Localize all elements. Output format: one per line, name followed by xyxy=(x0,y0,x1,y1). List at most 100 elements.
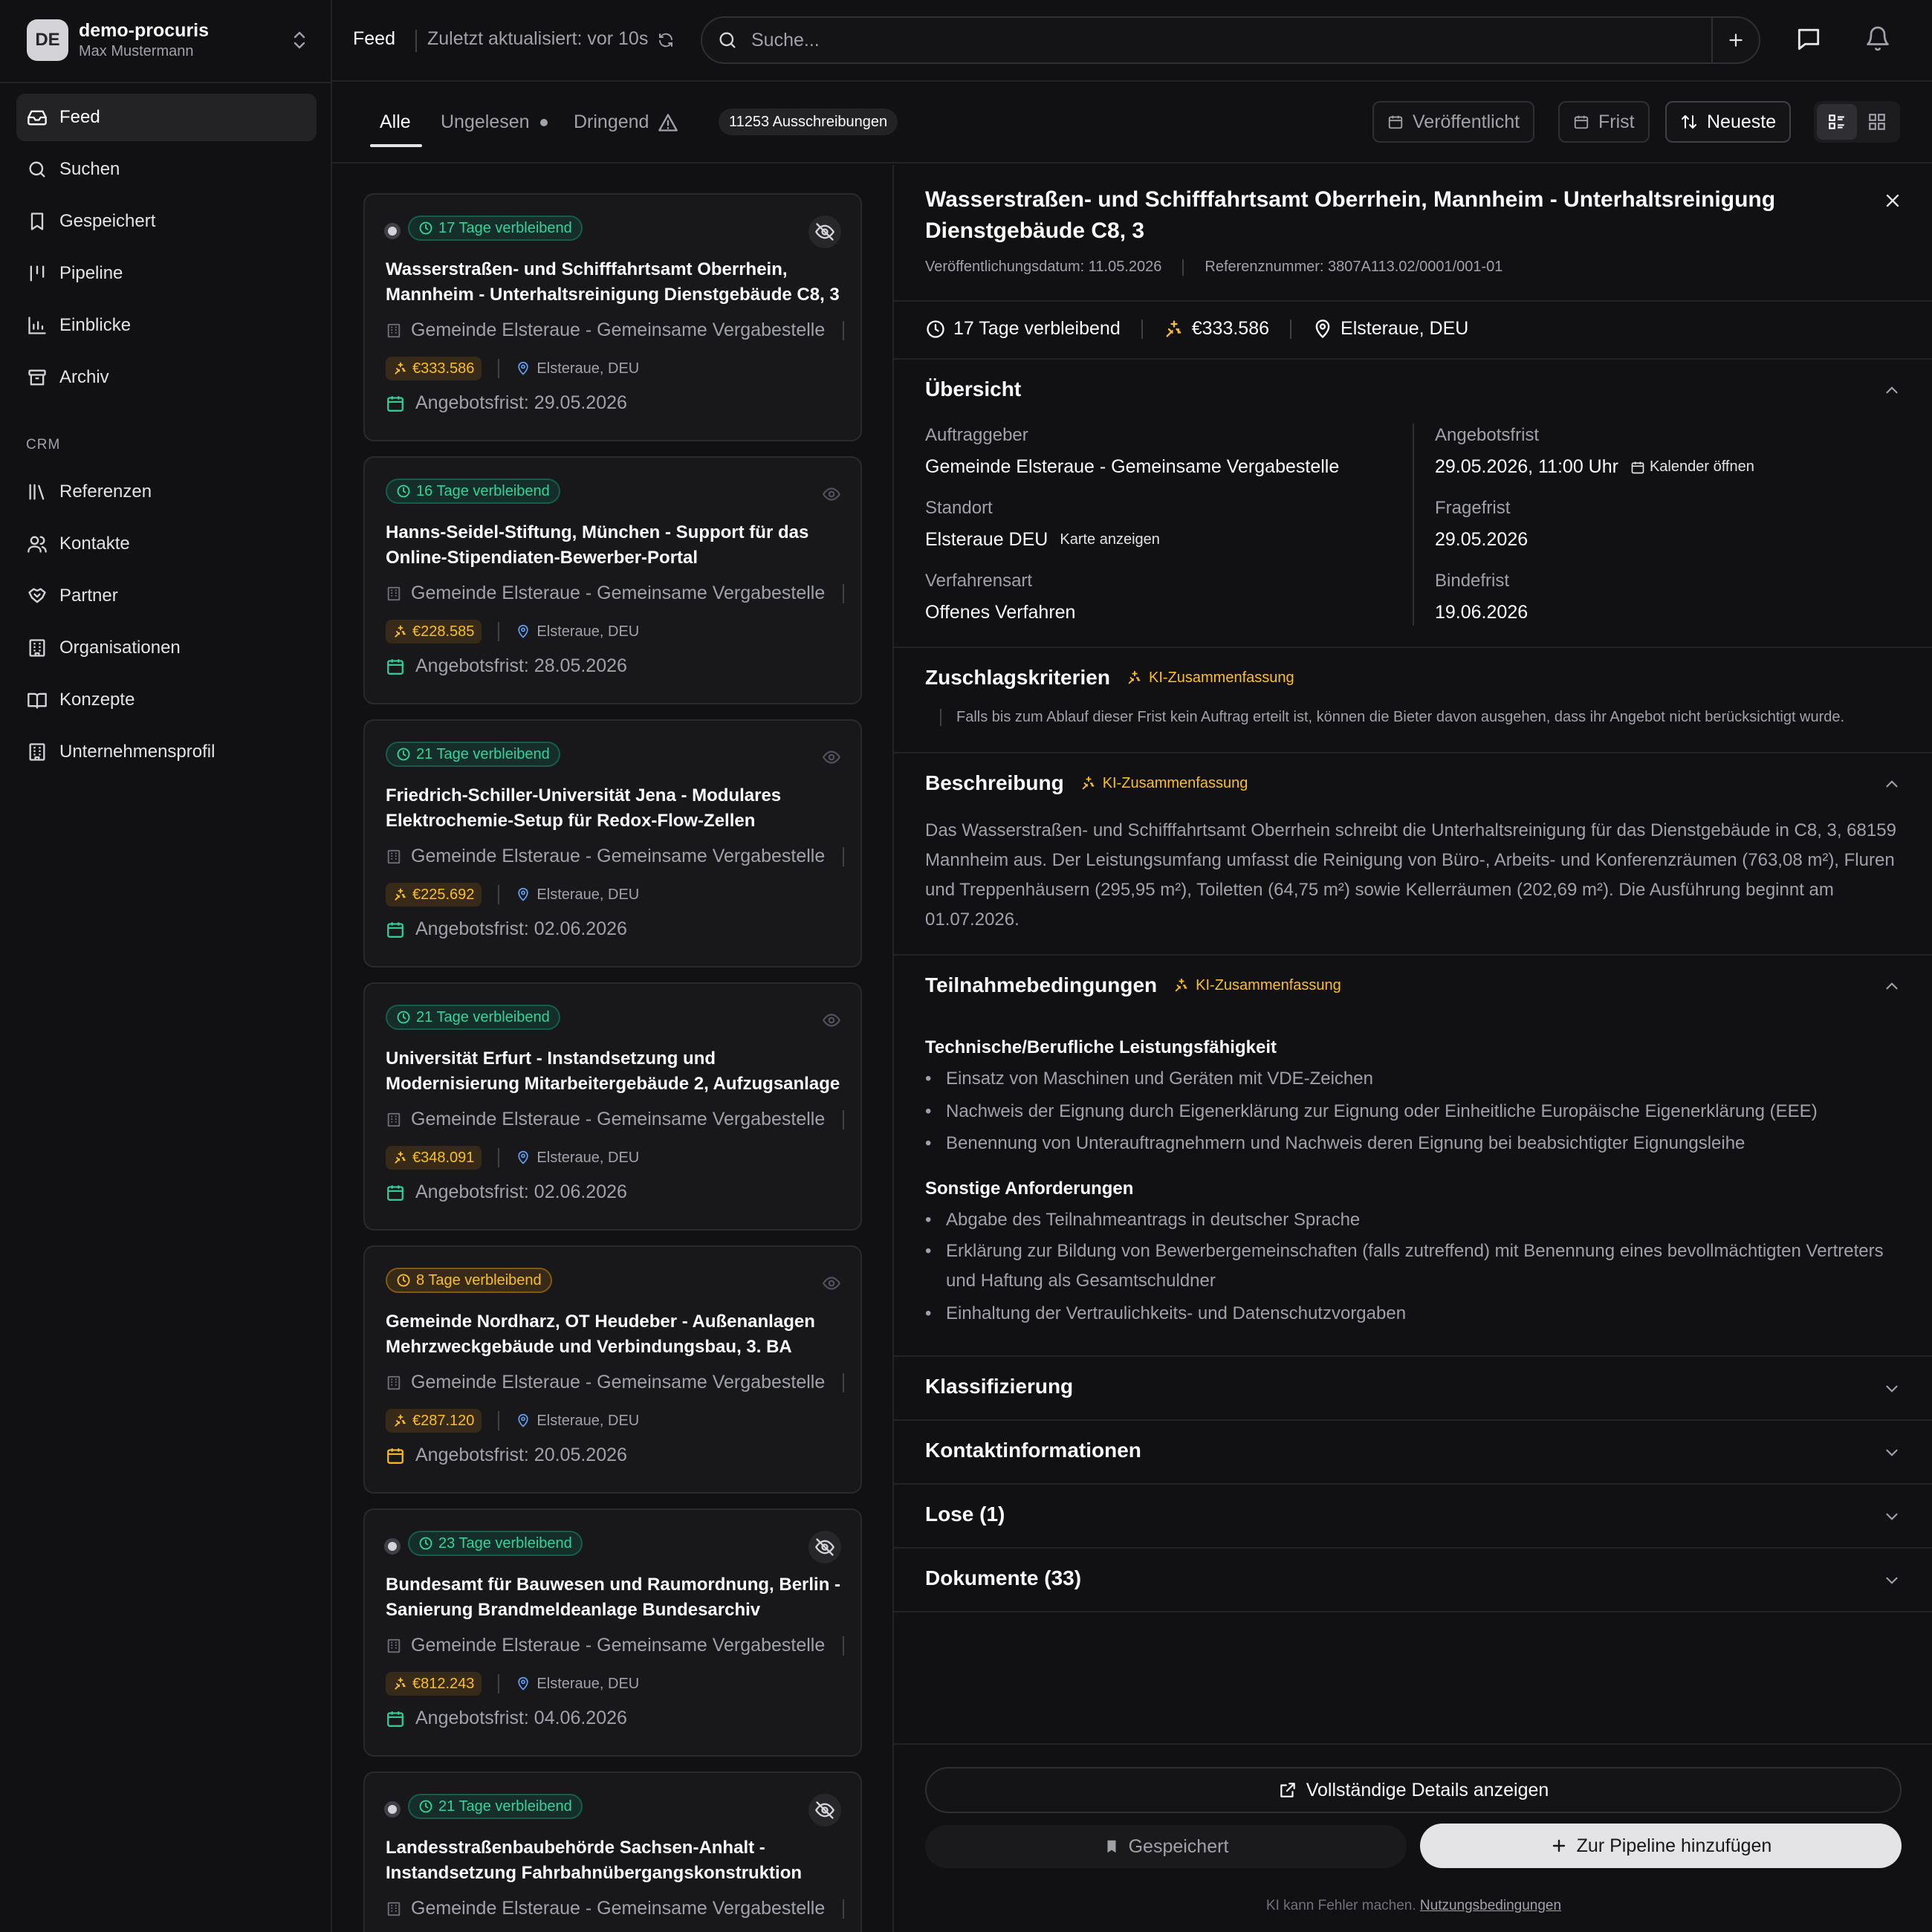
eye-off-icon xyxy=(814,1538,835,1556)
sidebar-item-label: Unternehmensprofil xyxy=(59,742,215,762)
sidebar-item-label: Partner xyxy=(59,586,118,606)
tender-title: Hanns-Seidel-Stiftung, München - Support… xyxy=(386,522,809,568)
sidebar-item-references[interactable]: Referenzen xyxy=(16,468,317,516)
tender-card[interactable]: 23 Tage verbleibend Bundesamt für Bauwese… xyxy=(363,1508,862,1757)
hide-toggle-button[interactable] xyxy=(808,1531,841,1563)
tender-deadline: Angebotsfrist: 02.06.2026 xyxy=(386,1181,627,1203)
ai-summary-badge: KI-Zusammenfassung xyxy=(1173,977,1341,994)
close-icon[interactable] xyxy=(1882,190,1903,211)
grid-view-button[interactable] xyxy=(1857,104,1897,140)
tender-card[interactable]: 21 Tage verbleibend Universität Erfurt - … xyxy=(363,982,862,1231)
sparkle-icon xyxy=(1166,320,1181,337)
divider xyxy=(415,30,417,52)
overview-heading[interactable]: Übersicht xyxy=(925,377,1021,401)
add-button[interactable] xyxy=(1711,18,1759,62)
remaining-days-badge: 16 Tage verbleibend xyxy=(386,479,560,504)
building-icon xyxy=(29,743,45,761)
map-pin-icon xyxy=(518,1413,529,1427)
chevron-down-icon[interactable] xyxy=(1882,1507,1902,1526)
sidebar-item-concepts[interactable]: Konzepte xyxy=(16,676,317,724)
description-heading[interactable]: Beschreibung KI-Zusammenfassung xyxy=(925,771,1248,795)
tab-all[interactable]: Alle xyxy=(380,111,411,133)
documents-section[interactable]: Dokumente (33) xyxy=(925,1566,1081,1590)
sidebar-item-search[interactable]: Suchen xyxy=(16,146,317,193)
hide-toggle-button[interactable] xyxy=(822,1011,841,1030)
tender-title: Wasserstraßen- und Schifffahrtsamt Oberr… xyxy=(386,259,840,305)
list-item: Abgabe des Teilnahmeantrags in deutscher… xyxy=(925,1205,1884,1235)
add-to-pipeline-button[interactable]: Zur Pipeline hinzufügen xyxy=(1420,1824,1902,1868)
eye-icon xyxy=(822,1277,841,1290)
tender-count-badge: 11253 Ausschreibungen xyxy=(719,108,898,135)
sidebar-item-label: Organisationen xyxy=(59,638,181,658)
chevron-up-icon[interactable] xyxy=(1882,976,1902,996)
description-text: Das Wasserstraßen- und Schifffahrtsamt O… xyxy=(925,820,1896,930)
tender-card[interactable]: 16 Tage verbleibend Hanns-Seidel-Stiftung… xyxy=(363,456,862,704)
grid-view-icon xyxy=(1869,114,1885,130)
question-deadline-label: Fragefrist xyxy=(1435,498,1511,518)
clock-icon xyxy=(419,1537,432,1550)
message-icon[interactable] xyxy=(1795,25,1823,54)
award-criteria-heading[interactable]: Zuschlagskriterien KI-Zusammenfassung xyxy=(925,666,1294,690)
chevron-up-icon[interactable] xyxy=(1882,380,1902,400)
list-view-button[interactable] xyxy=(1817,104,1857,140)
bell-icon[interactable] xyxy=(1864,25,1891,52)
hide-toggle-button[interactable] xyxy=(808,215,841,248)
view-full-details-button[interactable]: Vollständige Details anzeigen xyxy=(925,1767,1902,1813)
binding-deadline-label: Bindefrist xyxy=(1435,571,1510,591)
lots-section[interactable]: Lose (1) xyxy=(925,1503,1005,1526)
participation-heading[interactable]: Teilnahmebedingungen KI-Zusammenfassung xyxy=(925,973,1341,997)
sparkle-icon xyxy=(395,1677,406,1690)
hide-toggle-button[interactable] xyxy=(822,484,841,504)
saved-button[interactable]: Gespeichert xyxy=(925,1825,1407,1868)
filter-bar: Alle Ungelesen Dringend 11253 Ausschreib… xyxy=(332,83,1932,163)
open-calendar-link[interactable]: Kalender öffnen xyxy=(1630,458,1754,476)
sidebar-item-insights[interactable]: Einblicke xyxy=(16,302,317,349)
building-icon xyxy=(387,586,401,600)
sort-newest-button[interactable]: Neueste xyxy=(1665,101,1792,143)
tab-urgent[interactable]: Dringend xyxy=(574,111,678,133)
tender-deadline: Angebotsfrist: 28.05.2026 xyxy=(386,655,627,677)
value-badge: €228.585 xyxy=(386,620,482,644)
filter-deadline-button[interactable]: Frist xyxy=(1558,101,1650,143)
tender-card[interactable]: 21 Tage verbleibend Friedrich-Schiller-Un… xyxy=(363,719,862,967)
chevron-down-icon[interactable] xyxy=(1882,1571,1902,1590)
crm-section-heading: CRM xyxy=(26,437,61,453)
contact-section[interactable]: Kontaktinformationen xyxy=(925,1439,1141,1462)
sidebar-item-contacts[interactable]: Kontakte xyxy=(16,520,317,568)
sidebar-item-organisations[interactable]: Organisationen xyxy=(16,624,317,672)
sidebar-item-pipeline[interactable]: Pipeline xyxy=(16,250,317,297)
terms-link[interactable]: Nutzungsbedingungen xyxy=(1420,1898,1561,1913)
hide-toggle-button[interactable] xyxy=(822,1274,841,1293)
sidebar-item-feed[interactable]: Feed xyxy=(16,94,317,141)
sidebar-item-company-profile[interactable]: Unternehmensprofil xyxy=(16,728,317,776)
tab-unread[interactable]: Ungelesen xyxy=(441,111,548,133)
filter-published-button[interactable]: Veröffentlicht xyxy=(1372,101,1535,143)
external-link-icon xyxy=(1280,1783,1295,1798)
sidebar-item-saved[interactable]: Gespeichert xyxy=(16,198,317,245)
last-updated-text: Zuletzt aktualisiert: vor 10s xyxy=(427,28,649,49)
bookmark-icon xyxy=(30,213,44,230)
hide-toggle-button[interactable] xyxy=(822,748,841,767)
refresh-icon[interactable] xyxy=(657,31,675,49)
chart-icon xyxy=(28,317,46,334)
chevron-down-icon[interactable] xyxy=(1882,1379,1902,1398)
chevron-down-icon[interactable] xyxy=(1882,1443,1902,1462)
tender-card[interactable]: 21 Tage verbleibend Landesstraßenbaubehör… xyxy=(363,1771,862,1932)
hide-toggle-button[interactable] xyxy=(808,1794,841,1826)
search-input[interactable] xyxy=(751,27,1643,54)
chevron-up-icon[interactable] xyxy=(1882,774,1902,794)
sidebar-item-partner[interactable]: Partner xyxy=(16,572,317,620)
sidebar-divider xyxy=(0,82,332,83)
classification-section[interactable]: Klassifizierung xyxy=(925,1375,1073,1398)
tender-deadline: Angebotsfrist: 20.05.2026 xyxy=(386,1445,627,1466)
tender-card[interactable]: 8 Tage verbleibend Gemeinde Nordharz, OT … xyxy=(363,1245,862,1494)
value-badge: €348.091 xyxy=(386,1146,482,1170)
sidebar-item-archive[interactable]: Archiv xyxy=(16,354,317,401)
tender-location: Elsteraue, DEU xyxy=(516,1150,639,1167)
tender-card[interactable]: 17 Tage verbleibend Wasserstraßen- und Sc… xyxy=(363,193,862,441)
workspace-switcher[interactable]: DE demo-procuris Max Mustermann xyxy=(15,13,318,67)
calendar-icon xyxy=(1574,115,1589,129)
show-map-link[interactable]: Karte anzeigen xyxy=(1060,531,1160,548)
tender-value-row: €287.120 Elsteraue, DEU xyxy=(386,1409,639,1433)
plus-icon xyxy=(1552,1839,1565,1852)
